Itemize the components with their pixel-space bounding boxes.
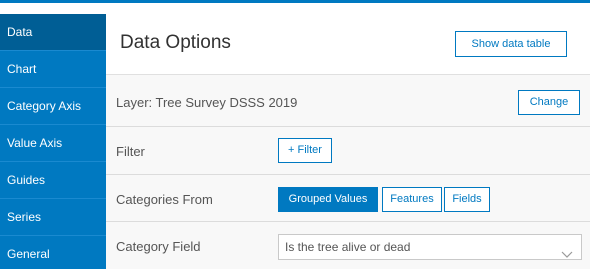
sidebar-item-guides[interactable]: Guides xyxy=(0,162,106,199)
sidebar-item-label: Guides xyxy=(7,173,46,187)
fields-option[interactable]: Fields xyxy=(444,187,490,212)
data-options-panel: Data Options Show data table Layer: Tree… xyxy=(106,14,590,269)
sidebar-item-label: Series xyxy=(7,210,42,224)
category-field-select[interactable]: Is the tree alive or dead xyxy=(278,234,582,260)
category-field-label: Category Field xyxy=(116,239,201,254)
layer-label: Layer: Tree Survey DSSS 2019 xyxy=(116,95,298,110)
grouped-values-option[interactable]: Grouped Values xyxy=(278,187,378,212)
features-option[interactable]: Features xyxy=(382,187,442,212)
sidebar-item-label: Data xyxy=(7,25,33,39)
sidebar-item-category-axis[interactable]: Category Axis xyxy=(0,88,106,125)
sidebar-item-chart[interactable]: Chart xyxy=(0,51,106,88)
panel-header: Data Options Show data table xyxy=(106,14,590,75)
divider xyxy=(106,174,590,175)
sidebar-item-label: Value Axis xyxy=(7,136,63,150)
sidebar-item-value-axis[interactable]: Value Axis xyxy=(0,125,106,162)
filter-label: Filter xyxy=(116,144,145,159)
category-field-value: Is the tree alive or dead xyxy=(285,240,411,254)
sidebar: Data Chart Category Axis Value Axis Guid… xyxy=(0,14,106,269)
categories-from-label: Categories From xyxy=(116,192,213,207)
divider xyxy=(106,126,590,127)
sidebar-item-label: General xyxy=(7,247,50,261)
sidebar-item-general[interactable]: General xyxy=(0,236,106,273)
divider xyxy=(106,221,590,222)
add-filter-button[interactable]: + Filter xyxy=(278,138,332,163)
change-layer-button[interactable]: Change xyxy=(518,90,580,115)
sidebar-item-data[interactable]: Data xyxy=(0,14,106,51)
sidebar-item-label: Category Axis xyxy=(7,99,82,113)
chevron-down-icon xyxy=(561,243,573,258)
show-data-table-button[interactable]: Show data table xyxy=(455,31,567,57)
top-accent-line xyxy=(0,0,590,3)
sidebar-item-series[interactable]: Series xyxy=(0,199,106,236)
sidebar-item-label: Chart xyxy=(7,62,37,76)
page-title: Data Options xyxy=(120,32,231,53)
